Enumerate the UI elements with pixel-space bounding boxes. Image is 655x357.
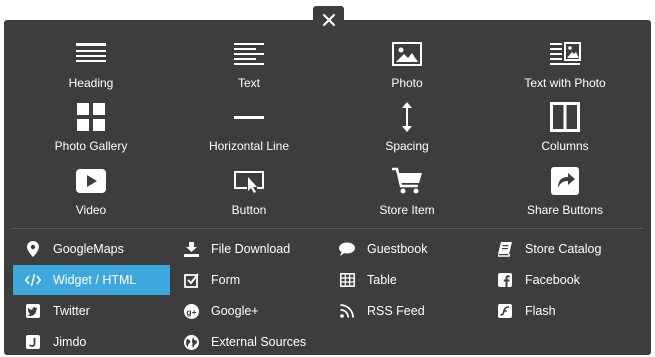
columns-icon	[545, 101, 585, 133]
list-item-form[interactable]: Form	[171, 265, 328, 295]
tile-columns[interactable]: Columns	[485, 101, 645, 163]
list-item-jimdo[interactable]: Jimdo	[13, 327, 170, 357]
speech-bubble-icon	[339, 241, 355, 257]
tile-label: Horizontal Line	[208, 139, 290, 153]
photo-icon	[387, 38, 427, 70]
list-item-widget-html[interactable]: Widget / HTML	[13, 265, 170, 295]
flash-icon	[497, 303, 513, 319]
list-item-facebook[interactable]: Facebook	[485, 265, 642, 295]
svg-text:g+: g+	[186, 306, 196, 316]
list-item-guestbook[interactable]: Guestbook	[327, 234, 484, 264]
tile-label: Spacing	[385, 139, 429, 153]
text-with-photo-icon	[545, 38, 585, 70]
tile-label: Video	[75, 203, 107, 217]
list-item-label: Form	[211, 273, 241, 287]
list-item-table[interactable]: Table	[327, 265, 484, 295]
tile-horizontal-line[interactable]: Horizontal Line	[169, 101, 329, 163]
tile-photo[interactable]: Photo	[327, 38, 487, 100]
tile-label: Photo Gallery	[54, 139, 128, 153]
button-icon	[229, 165, 269, 197]
map-pin-icon	[25, 241, 41, 257]
list-item-file-download[interactable]: File Download	[171, 234, 328, 264]
tile-button[interactable]: Button	[169, 165, 329, 227]
spacing-icon	[387, 101, 427, 133]
list-item-flash[interactable]: Flash	[485, 296, 642, 326]
list-item-googlemaps[interactable]: GoogleMaps	[13, 234, 170, 264]
download-icon	[183, 241, 199, 257]
rss-icon	[339, 303, 355, 319]
close-button[interactable]	[313, 6, 344, 34]
tile-label: Store Item	[379, 203, 435, 217]
heading-icon	[71, 38, 111, 70]
list-item-label: Table	[367, 273, 397, 287]
tile-label: Heading	[68, 76, 114, 90]
tile-video[interactable]: Video	[11, 165, 171, 227]
tile-text[interactable]: Text	[169, 38, 329, 100]
list-item-label: RSS Feed	[367, 304, 425, 318]
share-icon	[545, 165, 585, 197]
tile-label: Text	[237, 76, 260, 90]
jimdo-icon	[25, 334, 41, 350]
divider	[12, 228, 643, 229]
book-icon	[497, 241, 513, 257]
tile-label: Columns	[541, 139, 589, 153]
list-item-label: Twitter	[53, 304, 90, 318]
facebook-icon	[497, 272, 513, 288]
list-item-rss-feed[interactable]: RSS Feed	[327, 296, 484, 326]
list-item-label: Google+	[211, 304, 259, 318]
horizontal-line-icon	[229, 101, 269, 133]
list-item-label: Flash	[525, 304, 556, 318]
tile-label: Share Buttons	[526, 203, 604, 217]
list-item-store-catalog[interactable]: Store Catalog	[485, 234, 642, 264]
tile-heading[interactable]: Heading	[11, 38, 171, 100]
list-item-label: Facebook	[525, 273, 580, 287]
list-item-label: GoogleMaps	[53, 242, 124, 256]
list-item-label: External Sources	[211, 335, 307, 349]
list-item-external-sources[interactable]: External Sources	[171, 327, 328, 357]
photo-gallery-icon	[71, 101, 111, 133]
list-item-twitter[interactable]: Twitter	[13, 296, 170, 326]
list-item-label: Jimdo	[53, 335, 87, 349]
globe-icon	[183, 334, 199, 350]
list-item-label: File Download	[211, 242, 291, 256]
google-plus-icon: g+	[183, 303, 199, 319]
tile-label: Photo	[391, 76, 423, 90]
list-item-label: Store Catalog	[525, 242, 602, 256]
cart-icon	[387, 165, 427, 197]
tile-label: Text with Photo	[524, 76, 606, 90]
tile-spacing[interactable]: Spacing	[327, 101, 487, 163]
tile-share-buttons[interactable]: Share Buttons	[485, 165, 645, 227]
text-icon	[229, 38, 269, 70]
tile-label: Button	[231, 203, 267, 217]
twitter-icon	[25, 303, 41, 319]
list-item-label: Guestbook	[367, 242, 428, 256]
table-icon	[339, 272, 355, 288]
list-item-label: Widget / HTML	[53, 273, 137, 287]
list-item-google-plus[interactable]: g+ Google+	[171, 296, 328, 326]
close-icon	[322, 14, 335, 26]
tile-photo-gallery[interactable]: Photo Gallery	[11, 101, 171, 163]
checkbox-icon	[183, 272, 199, 288]
tile-text-with-photo[interactable]: Text with Photo	[485, 38, 645, 100]
code-icon	[25, 272, 41, 288]
tile-store-item[interactable]: Store Item	[327, 165, 487, 227]
video-icon	[71, 165, 111, 197]
